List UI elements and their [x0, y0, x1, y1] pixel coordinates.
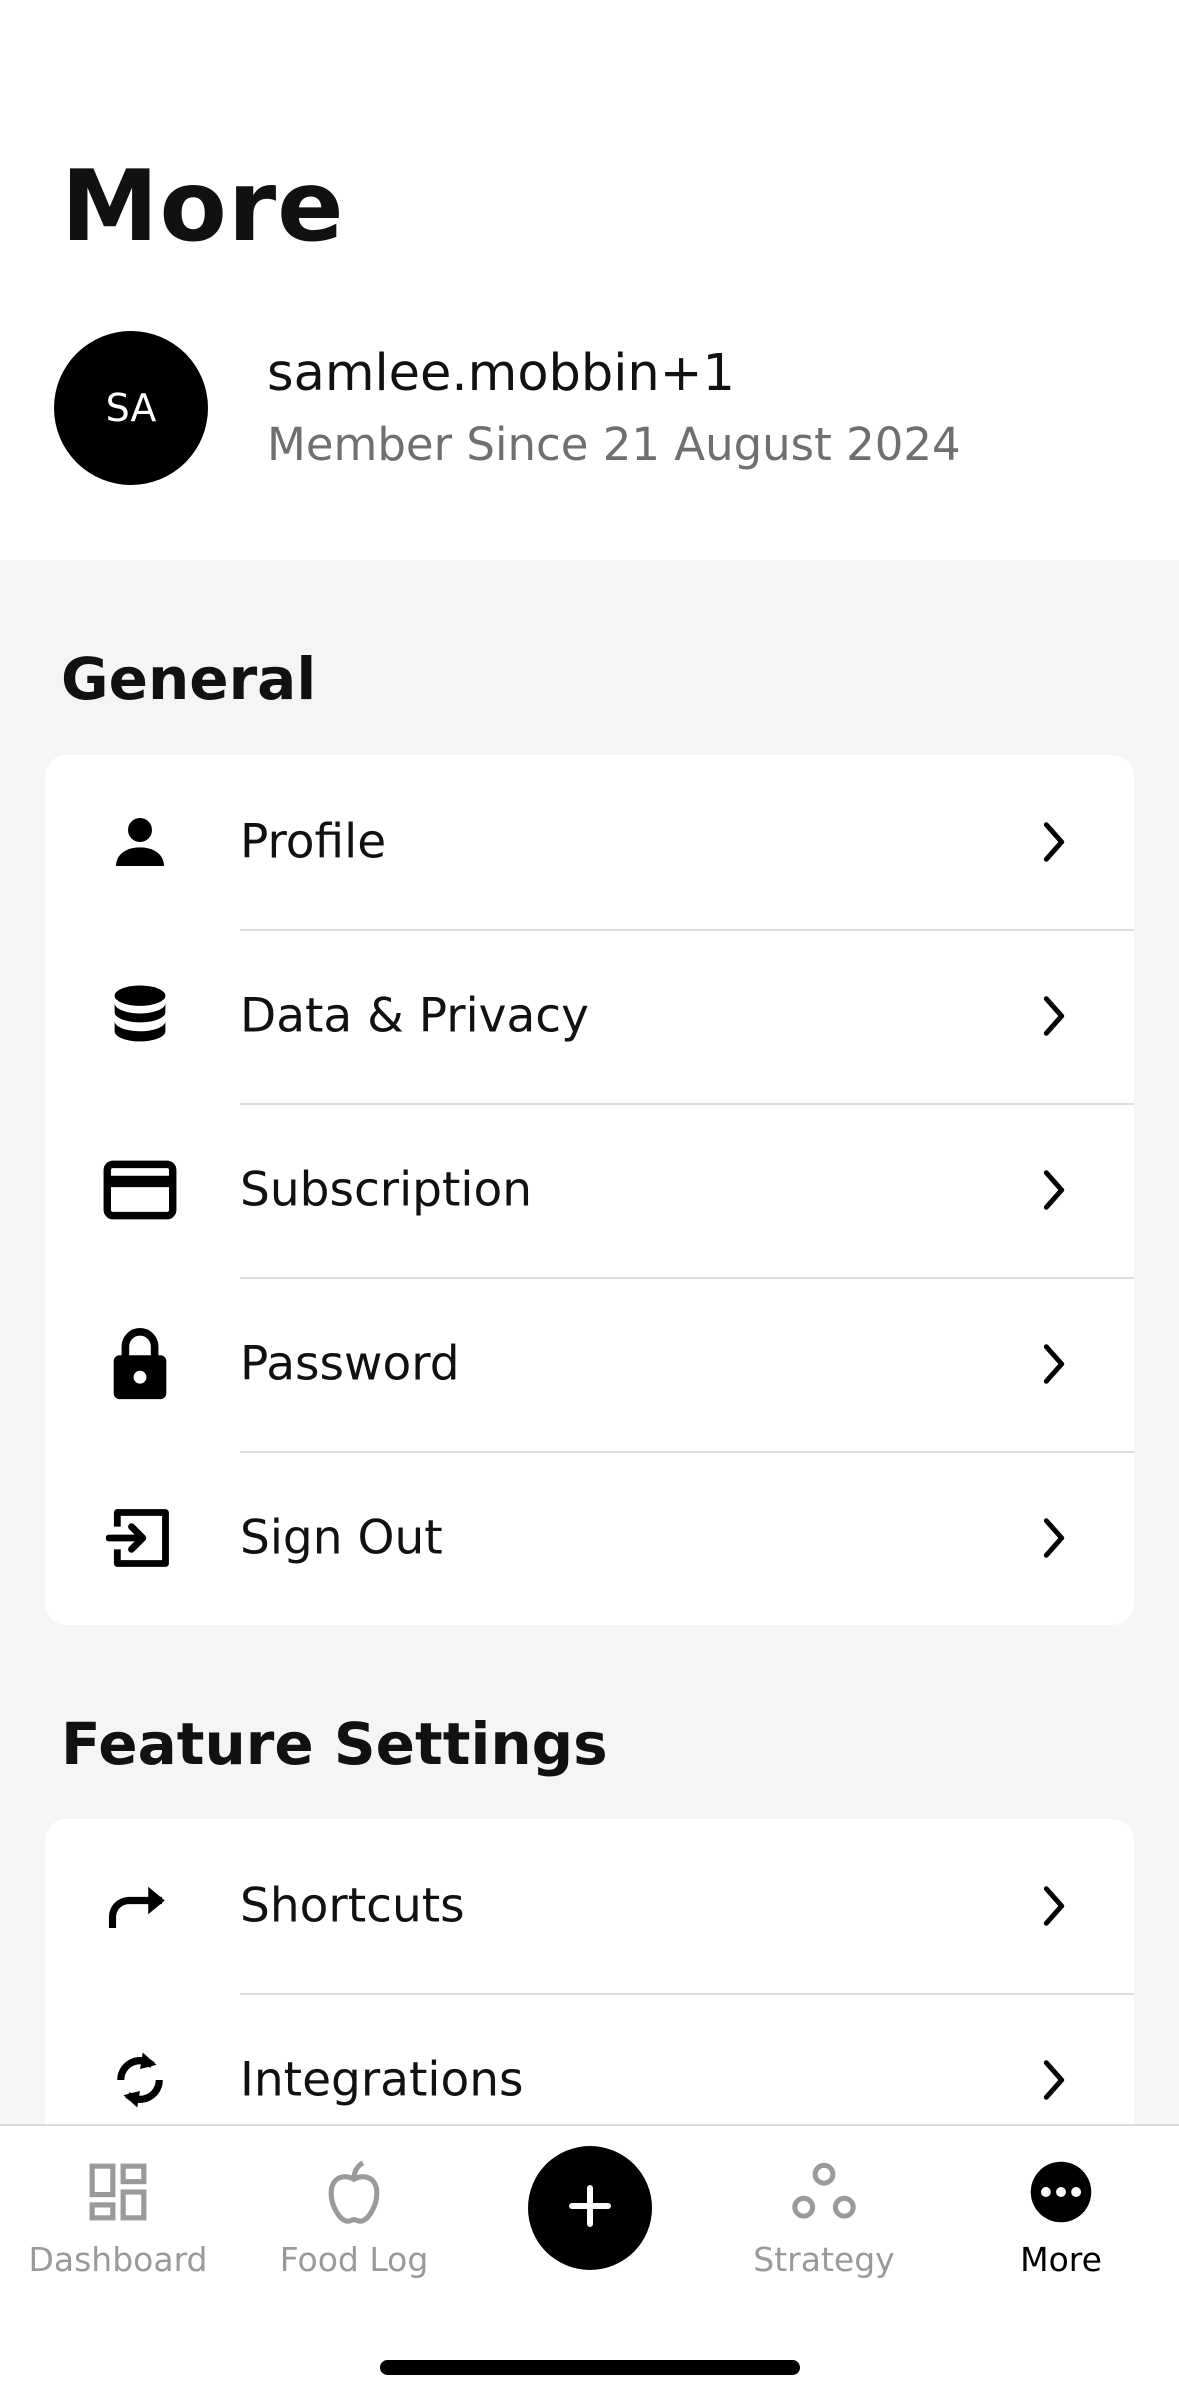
menu-item-label: Password: [240, 1336, 460, 1392]
menu-item-data-privacy[interactable]: Data & Privacy: [45, 929, 1134, 1103]
menu-item-shortcuts[interactable]: Shortcuts: [45, 1819, 1134, 1993]
menu-item-label: Subscription: [240, 1162, 533, 1218]
member-since: Member Since 21 August 2024: [267, 418, 961, 471]
menu-item-label: Sign Out: [240, 1510, 443, 1566]
strategy-icon: [788, 2156, 860, 2228]
menu-item-profile[interactable]: Profile: [45, 755, 1134, 929]
tab-bar: Dashboard Food Log Strategy More: [0, 2124, 1179, 2396]
tab-strategy[interactable]: Strategy: [706, 2156, 942, 2286]
sign-out-icon: [100, 1498, 180, 1578]
header: More SA samlee.mobbin+1 Member Since 21 …: [0, 0, 1179, 560]
section-title-feature-settings: Feature Settings: [61, 1710, 608, 1778]
database-icon: [100, 976, 180, 1056]
menu-item-sign-out[interactable]: Sign Out: [45, 1451, 1134, 1625]
menu-item-subscription[interactable]: Subscription: [45, 1103, 1134, 1277]
chevron-right-icon: [1034, 1165, 1074, 1215]
chevron-right-icon: [1034, 817, 1074, 867]
forward-arrow-icon: [100, 1866, 180, 1946]
tab-food-log[interactable]: Food Log: [236, 2156, 472, 2286]
menu-item-label: Shortcuts: [240, 1878, 465, 1934]
menu-item-label: Profile: [240, 814, 387, 870]
add-button[interactable]: [528, 2146, 652, 2270]
plus-icon: [566, 2182, 614, 2234]
chevron-right-icon: [1034, 1513, 1074, 1563]
chevron-right-icon: [1034, 1881, 1074, 1931]
general-card: Profile Data & Privacy Subscription Pass…: [45, 755, 1134, 1625]
credit-card-icon: [100, 1150, 180, 1230]
tab-label: Dashboard: [28, 2240, 208, 2279]
menu-item-label: Integrations: [240, 2052, 524, 2108]
avatar-initials: SA: [105, 386, 157, 430]
feature-settings-card: Shortcuts Integrations: [45, 1819, 1134, 2167]
menu-item-label: Data & Privacy: [240, 988, 589, 1044]
tab-label: More: [1020, 2240, 1102, 2279]
dashboard-icon: [82, 2156, 154, 2228]
menu-item-password[interactable]: Password: [45, 1277, 1134, 1451]
chevron-right-icon: [1034, 2055, 1074, 2105]
apple-icon: [318, 2156, 390, 2228]
home-indicator: [380, 2360, 800, 2375]
user-name: samlee.mobbin+1: [267, 344, 735, 403]
page-title: More: [61, 150, 345, 264]
sync-icon: [100, 2040, 180, 2120]
tab-label: Strategy: [753, 2240, 895, 2279]
chevron-right-icon: [1034, 991, 1074, 1041]
tab-dashboard[interactable]: Dashboard: [0, 2156, 236, 2286]
tab-label: Food Log: [279, 2240, 429, 2279]
more-dots-icon: [1025, 2156, 1097, 2228]
person-icon: [100, 802, 180, 882]
chevron-right-icon: [1034, 1339, 1074, 1389]
lock-icon: [100, 1324, 180, 1404]
avatar[interactable]: SA: [54, 331, 208, 485]
tab-more[interactable]: More: [943, 2156, 1179, 2286]
section-title-general: General: [61, 645, 317, 713]
